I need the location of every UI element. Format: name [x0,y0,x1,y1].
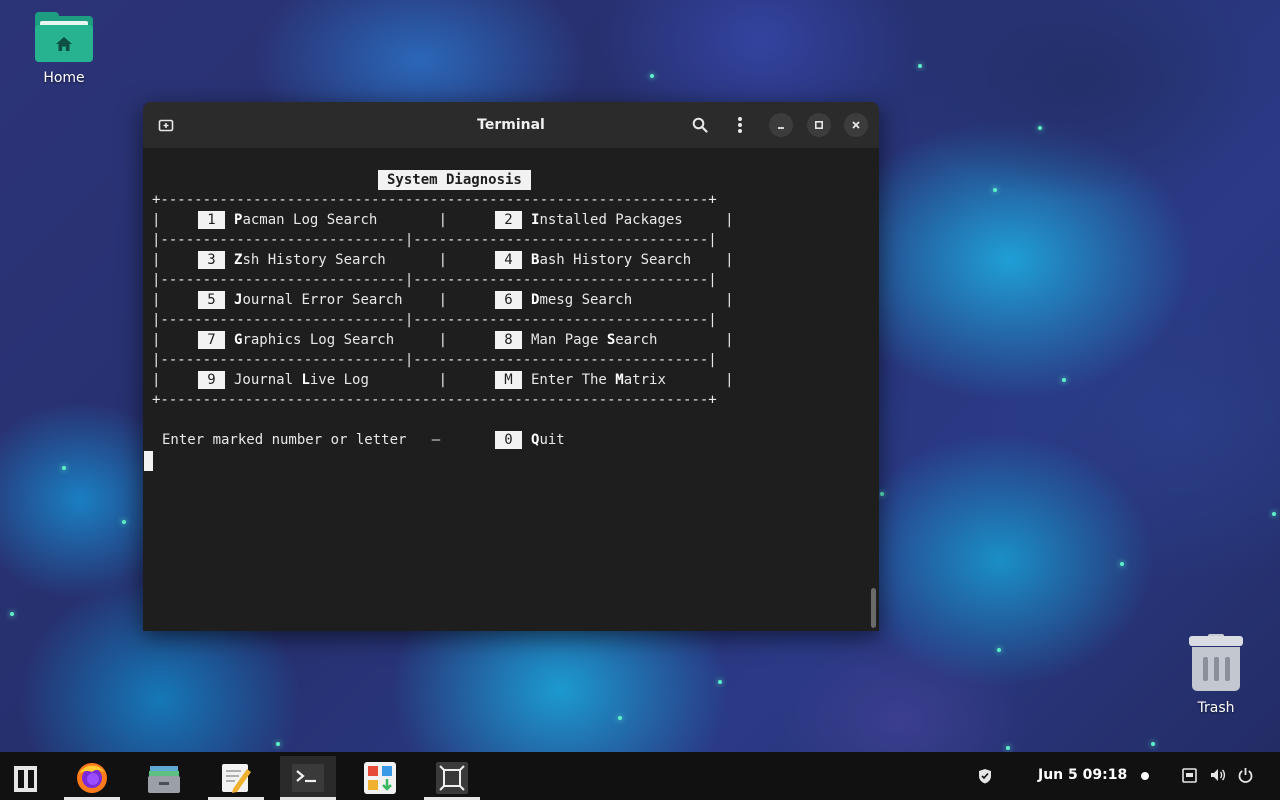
option-key: 1 [198,211,225,229]
wallpaper-sparkle [718,680,722,684]
screenshot-icon [436,762,468,794]
wallpaper-sparkle [1038,126,1042,130]
taskbar-screenshot[interactable] [424,756,480,800]
shield-icon [979,769,991,784]
volume-button[interactable] [1210,767,1226,787]
option-key: 9 [198,371,225,389]
taskbar-files[interactable] [136,756,192,800]
minimize-button[interactable] [769,113,793,137]
terminal-content[interactable]: System Diagnosis +----------------------… [143,148,879,631]
menu-row-separator: |-----------------------------|---------… [152,272,717,288]
scrollbar-thumb[interactable] [871,588,876,628]
house-icon [56,36,72,51]
file-cabinet-icon [148,766,180,793]
menu-option-journal-live-log[interactable]: Journal Live Log [234,370,369,390]
text-cursor [144,451,153,471]
desktop-icon-label: Trash [1197,700,1235,716]
close-button[interactable] [844,113,868,137]
minimize-icon [778,127,784,129]
clock[interactable]: Jun 5 09:18 [1038,767,1127,783]
desktop-icon-label: Home [43,70,85,86]
option-key: 3 [198,251,225,269]
network-button[interactable] [1182,768,1197,787]
option-key: 6 [495,291,522,309]
taskbar-text-editor[interactable] [208,756,264,800]
wallpaper-sparkle [618,716,622,720]
option-key: 8 [495,331,522,349]
prompt-text: Enter marked number or letter – [162,432,441,448]
desktop-icon-trash[interactable]: Trash [1171,634,1261,716]
home-folder-icon [35,12,93,62]
new-tab-icon [158,119,174,132]
menu-border-top: +---------------------------------------… [152,192,717,208]
wallpaper-sparkle [918,64,922,68]
menu-row-separator: |-----------------------------|---------… [152,232,717,248]
menu-border-bottom: +---------------------------------------… [152,392,717,408]
kebab-menu-icon [738,117,742,133]
search-button[interactable] [688,113,712,137]
taskbar-software[interactable] [352,756,408,800]
wallpaper-sparkle [1151,742,1155,746]
wallpaper-sparkle [122,520,126,524]
option-key: 7 [198,331,225,349]
power-icon [1238,768,1253,783]
option-key: 0 [495,431,522,449]
close-icon [852,121,860,129]
power-button[interactable] [1238,767,1253,787]
speaker-icon [1211,769,1226,781]
notification-dot[interactable] [1141,772,1149,780]
desktop-icon-home[interactable]: Home [19,12,109,86]
security-shield-button[interactable] [978,768,992,788]
terminal-titlebar[interactable]: Terminal [143,102,879,148]
maximize-button[interactable] [807,113,831,137]
wallpaper-sparkle [1120,562,1124,566]
menu-option-graphics-log-search[interactable]: Graphics Log Search [234,330,394,350]
menu-row-separator: |-----------------------------|---------… [152,312,717,328]
menu-option-dmesg-search[interactable]: Dmesg Search [531,290,632,310]
maximize-icon [814,120,824,130]
wallpaper-sparkle [1062,378,1066,382]
text-editor-icon [222,764,251,793]
terminal-window[interactable]: Terminal System Diagnosis +-------------… [143,102,879,631]
taskbar-terminal[interactable] [280,756,336,800]
wallpaper-sparkle [993,188,997,192]
menu-button[interactable] [728,113,752,137]
option-key: 5 [198,291,225,309]
wallpaper-sparkle [880,492,884,496]
menu-option-journal-error-search[interactable]: Journal Error Search [234,290,403,310]
option-key: M [495,371,522,389]
menu-header: System Diagnosis [378,170,531,190]
menu-option-quit[interactable]: Quit [531,430,565,450]
ethernet-icon [1182,768,1197,783]
app-menu-button[interactable] [0,756,56,800]
wallpaper-sparkle [10,612,14,616]
trash-icon [1189,634,1243,692]
option-key: 4 [495,251,522,269]
taskbar-firefox[interactable] [64,756,120,800]
taskbar: Jun 5 09:18 [0,752,1280,800]
wallpaper-sparkle [62,466,66,470]
firefox-icon [77,763,107,793]
menu-option-man-page-search[interactable]: Man Page Search [531,330,657,350]
menu-option-pacman-log-search[interactable]: Pacman Log Search [234,210,377,230]
wallpaper-sparkle [1006,746,1010,750]
search-icon [692,117,708,133]
menu-option-bash-history-search[interactable]: Bash History Search [531,250,691,270]
zorin-menu-icon [14,766,42,792]
wallpaper-sparkle [1272,512,1276,516]
software-store-icon [364,762,396,794]
wallpaper-sparkle [997,648,1001,652]
terminal-icon [292,764,324,792]
wallpaper-sparkle [276,742,280,746]
menu-row-separator: |-----------------------------|---------… [152,352,717,368]
wallpaper-sparkle [650,74,654,78]
menu-option-enter-the-matrix[interactable]: Enter The Matrix [531,370,666,390]
menu-option-zsh-history-search[interactable]: Zsh History Search [234,250,386,270]
option-key: 2 [495,211,522,229]
menu-option-installed-packages[interactable]: Installed Packages [531,210,683,230]
new-tab-button[interactable] [154,113,178,137]
